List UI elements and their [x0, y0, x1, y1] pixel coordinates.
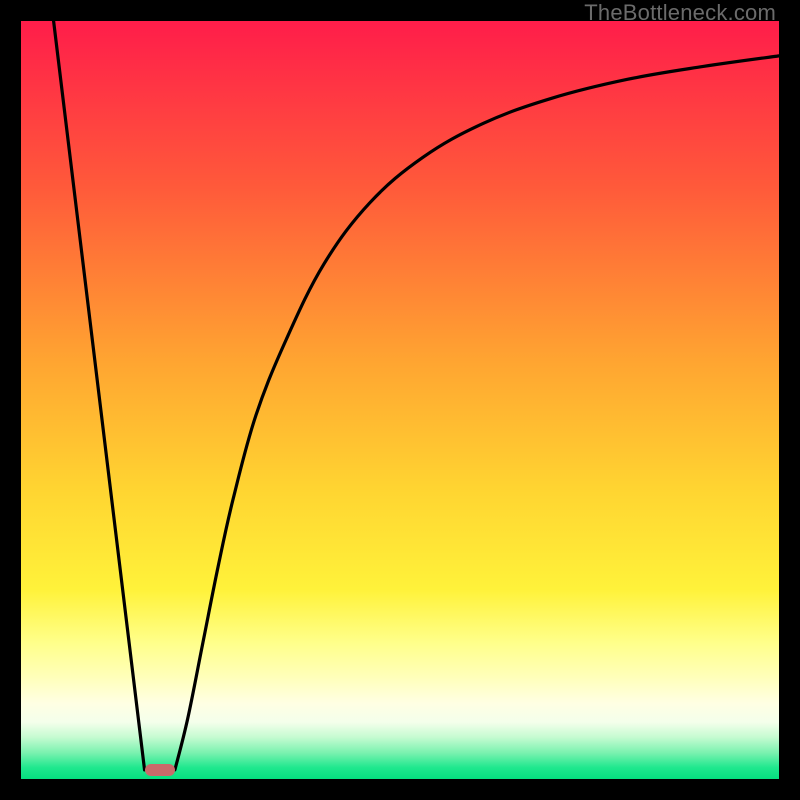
- left-line-path: [54, 21, 145, 770]
- watermark-text: TheBottleneck.com: [584, 0, 776, 26]
- plot-area: [21, 21, 779, 779]
- optimal-point-marker: [145, 764, 175, 776]
- right-curve-path: [175, 56, 779, 770]
- chart-frame: TheBottleneck.com: [0, 0, 800, 800]
- chart-curves: [21, 21, 779, 779]
